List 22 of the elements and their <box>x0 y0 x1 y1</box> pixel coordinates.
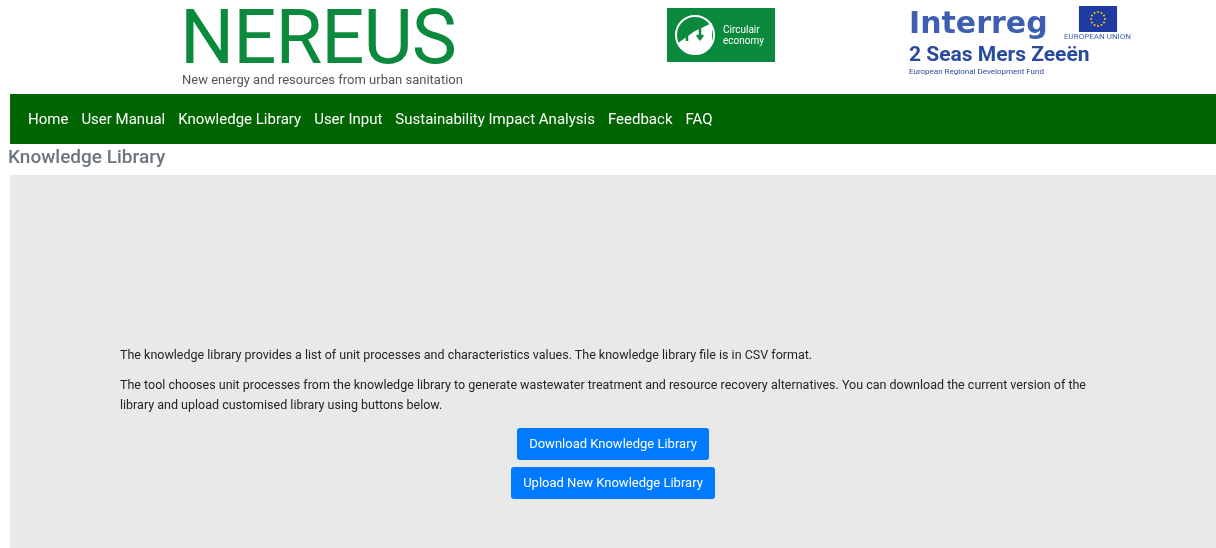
logo-title: NEREUS <box>180 2 456 72</box>
badge-text: Circulair <box>723 24 761 35</box>
page-title: Knowledge Library <box>8 145 167 170</box>
description-paragraph: The knowledge library provides a list of unit processes and characteristics values. The knowledge library file is in CSV format. <box>120 346 814 364</box>
description-paragraph: The tool chooses unit processes from the knowledge library to generate wastewater treatment and resource recovery alternatives. You can download the current version of the library and upload customised library using buttons below. <box>120 376 1087 414</box>
nav-link[interactable]: Knowledge Library <box>178 107 302 131</box>
nav-link[interactable]: FAQ <box>685 107 713 131</box>
nav-link[interactable]: User Manual <box>81 107 166 131</box>
nav-link[interactable]: Feedback <box>607 107 673 131</box>
partner-name: Interreg <box>909 6 1048 40</box>
circular-arrows-icon <box>673 13 717 57</box>
fund-caption: European Regional Development Fund <box>909 67 1045 76</box>
nav-link[interactable]: Sustainability Impact Analysis <box>395 107 595 131</box>
nav-link[interactable]: Home <box>28 107 69 131</box>
flag-caption: EUROPEAN UNION <box>1064 32 1131 41</box>
logo-subtitle: New energy and resources from urban sanitation <box>182 72 464 87</box>
partner-region: 2 Seas Mers Zeeën <box>909 41 1091 67</box>
eu-flag-icon <box>1077 6 1118 32</box>
badge-text: economy <box>723 35 764 46</box>
nav-link[interactable]: User Input <box>314 107 383 131</box>
action-button[interactable]: Upload New Knowledge Library <box>511 467 715 499</box>
action-button[interactable]: Download Knowledge Library <box>517 428 709 460</box>
